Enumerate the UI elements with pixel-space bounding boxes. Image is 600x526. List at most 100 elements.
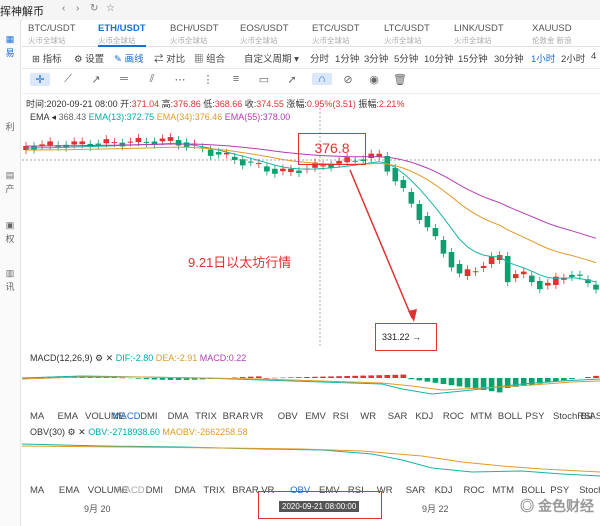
- indicator-tab-wr[interactable]: WR: [360, 411, 376, 422]
- indicator-tab-brar[interactable]: BRAR: [232, 485, 258, 496]
- indicator-tab-trix[interactable]: TRIX: [203, 485, 225, 496]
- parallel-line-icon[interactable]: ⫽: [142, 73, 162, 86]
- eye-icon[interactable]: ◉: [364, 73, 384, 86]
- indicator-tab-psy[interactable]: PSY: [550, 485, 569, 496]
- obv-close-icon[interactable]: ✕: [78, 427, 86, 437]
- compare-button[interactable]: ⇄ 对比: [154, 51, 185, 65]
- sidebar-item-2[interactable]: 产: [0, 182, 20, 195]
- obv-chart[interactable]: [22, 438, 600, 478]
- arrow-icon[interactable]: ➚: [282, 73, 302, 86]
- pen-icon: ✎: [114, 54, 122, 65]
- indicator-tab-dmi[interactable]: DMI: [146, 485, 163, 496]
- indicator-tab-brar[interactable]: BRAR: [223, 411, 249, 422]
- indicator-tab-macd[interactable]: MACD: [117, 485, 145, 496]
- star-icon[interactable]: ☆: [106, 3, 115, 14]
- macd-settings-icon[interactable]: ⚙: [95, 353, 103, 363]
- indicator-tab-rsi[interactable]: RSI: [333, 411, 349, 422]
- horizontal-line-icon[interactable]: ═: [114, 73, 134, 85]
- sidebar-item-3-icon[interactable]: ▣: [0, 220, 20, 231]
- period-tab-1[interactable]: 1分钟: [335, 51, 359, 65]
- indicator-tab-trix[interactable]: TRIX: [195, 411, 217, 422]
- indicator-tab-ema[interactable]: EMA: [59, 485, 80, 496]
- pair-tab-link[interactable]: LINK/USDT 火币全球站: [454, 23, 504, 45]
- indicator-tab-vr[interactable]: VR: [250, 411, 263, 422]
- pair-tab-xau[interactable]: XAUUSD 伦敦金 新浪: [532, 23, 572, 45]
- macd-close-icon[interactable]: ✕: [106, 353, 114, 363]
- period-tab-6[interactable]: 30分钟: [494, 51, 524, 65]
- rectangle-icon[interactable]: ▭: [254, 73, 274, 86]
- macd-chart[interactable]: [22, 364, 600, 404]
- indicator-tab-roc[interactable]: ROC: [443, 411, 464, 422]
- fibonacci-icon[interactable]: ≡: [226, 73, 246, 85]
- indicator-tab-macd[interactable]: MACD: [113, 411, 141, 422]
- trash-icon[interactable]: 🗑: [390, 73, 410, 86]
- indicator-tab-dma[interactable]: DMA: [175, 485, 196, 496]
- obv-settings-icon[interactable]: ⚙: [68, 427, 76, 437]
- period-tab-8[interactable]: 2小时: [561, 51, 585, 65]
- indicator-tab-dmi[interactable]: DMI: [140, 411, 157, 422]
- refresh-icon[interactable]: ↻: [90, 3, 98, 14]
- indicator-button[interactable]: ⊞ 指标: [32, 51, 62, 65]
- period-tab-2[interactable]: 3分钟: [364, 51, 388, 65]
- indicator-tab-obv[interactable]: OBV: [278, 411, 298, 422]
- indicator-tab-ma[interactable]: MA: [30, 411, 44, 422]
- period-tab-7[interactable]: 1小时: [531, 51, 555, 65]
- indicator-tab-boll[interactable]: BOLL: [521, 485, 545, 496]
- sidebar-item-3[interactable]: 权: [0, 232, 20, 245]
- sidebar-item-0[interactable]: 易: [0, 46, 20, 59]
- period-tab-9[interactable]: 4: [591, 51, 596, 62]
- indicator-tab-kdj[interactable]: KDJ: [415, 411, 433, 422]
- custom-period-dropdown[interactable]: 自定义周期 ▾: [244, 51, 299, 65]
- pair-tab-etc[interactable]: ETC/USDT 火币全球站: [312, 23, 360, 45]
- obv-legend: OBV(30) ⚙ ✕ OBV:-2718938.60 MAOBV:-26622…: [30, 427, 248, 438]
- gear-icon: ⚙: [74, 54, 83, 65]
- period-tab-5[interactable]: 15分钟: [458, 51, 488, 65]
- candle: [472, 271, 479, 273]
- chevron-left-icon[interactable]: ◂: [52, 112, 57, 122]
- crosshair-icon[interactable]: ✛: [30, 73, 50, 86]
- pair-tab-ltc[interactable]: LTC/USDT 火币全球站: [384, 23, 430, 45]
- indicator-tab-sar[interactable]: SAR: [406, 485, 426, 496]
- macd-bar: [280, 377, 286, 379]
- line-tool-icon[interactable]: ⟋: [58, 73, 78, 86]
- pair-tab-eos[interactable]: EOS/USDT 火币全球站: [240, 23, 289, 45]
- indicator-tab-sar[interactable]: SAR: [388, 411, 408, 422]
- pair-tab-bch[interactable]: BCH/USDT 火币全球站: [170, 23, 219, 45]
- draw-button[interactable]: ✎ 画线: [114, 51, 144, 65]
- period-tab-0[interactable]: 分时: [310, 51, 329, 65]
- sidebar-item-4[interactable]: 讯: [0, 280, 20, 293]
- indicator-tab-mtm[interactable]: MTM: [492, 485, 514, 496]
- sidebar-item-1[interactable]: 利: [0, 120, 20, 133]
- combo-button[interactable]: ▦ 组合: [194, 51, 225, 65]
- high-price-box: 376.8: [298, 133, 366, 165]
- indicator-tab-emv[interactable]: EMV: [305, 411, 326, 422]
- lock-icon[interactable]: ⊘: [338, 73, 358, 86]
- indicator-tab-stochrsi[interactable]: StochRSI: [579, 485, 600, 496]
- pair-tab-eth[interactable]: ETH/USDT 火币全球站: [98, 23, 146, 47]
- magnet-icon[interactable]: ∩: [312, 73, 332, 85]
- pair-tab-btc[interactable]: BTC/USDT 火币全球站: [28, 23, 76, 45]
- period-tab-4[interactable]: 10分钟: [424, 51, 454, 65]
- macd-bar: [496, 378, 503, 393]
- vertical-line-icon[interactable]: ⋮: [198, 73, 218, 86]
- indicator-tab-dma[interactable]: DMA: [168, 411, 189, 422]
- channel-icon[interactable]: ⋯: [170, 73, 190, 86]
- indicator-tab-bias[interactable]: BIAS: [580, 411, 600, 422]
- sidebar-item-2-icon[interactable]: ▤: [0, 170, 20, 181]
- sidebar-item-4-icon[interactable]: ▥: [0, 268, 20, 279]
- indicator-tab-mtm[interactable]: MTM: [470, 411, 492, 422]
- settings-button[interactable]: ⚙ 设置: [74, 51, 104, 65]
- indicator-tab-roc[interactable]: ROC: [464, 485, 485, 496]
- indicator-tab-kdj[interactable]: KDJ: [435, 485, 453, 496]
- indicator-tab-psy[interactable]: PSY: [525, 411, 544, 422]
- indicator-tab-boll[interactable]: BOLL: [498, 411, 522, 422]
- macd-dea: DEA:-2.91: [155, 353, 198, 363]
- indicator-tab-ema[interactable]: EMA: [58, 411, 79, 422]
- macd-bar: [585, 377, 591, 378]
- period-tab-3[interactable]: 5分钟: [394, 51, 418, 65]
- back-icon[interactable]: ‹: [62, 3, 65, 14]
- forward-icon[interactable]: ›: [76, 3, 79, 14]
- indicator-tab-ma[interactable]: MA: [30, 485, 44, 496]
- sidebar-chart-icon[interactable]: ▦: [0, 34, 20, 45]
- ray-tool-icon[interactable]: ↗: [86, 73, 106, 86]
